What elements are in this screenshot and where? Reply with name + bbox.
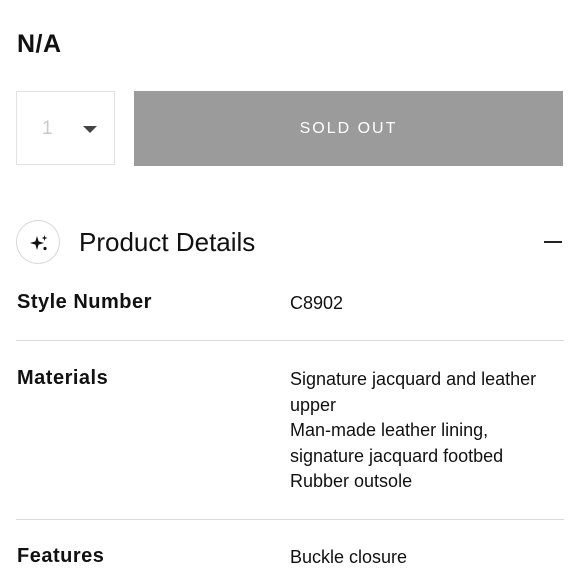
detail-value-line: Buckle closure bbox=[290, 547, 408, 567]
product-price: N/A bbox=[17, 30, 62, 58]
detail-value-line: C8902 bbox=[290, 293, 344, 313]
quantity-value: 1 bbox=[42, 118, 53, 139]
detail-value: Signature jacquard and leather upper Man… bbox=[290, 367, 570, 495]
sold-out-button[interactable]: SOLD OUT bbox=[134, 91, 563, 166]
detail-label: Style Number bbox=[17, 291, 152, 313]
chevron-down-icon bbox=[83, 126, 97, 133]
divider bbox=[16, 519, 564, 520]
sparkle-icon bbox=[16, 220, 60, 264]
detail-value-line: Rubber outsole bbox=[290, 471, 413, 491]
product-details-header[interactable]: Product Details bbox=[16, 217, 564, 267]
detail-value-line: upper bbox=[290, 394, 337, 415]
detail-label: Features bbox=[17, 545, 105, 567]
quantity-select[interactable]: 1 bbox=[16, 91, 115, 165]
detail-value-line: Signature jacquard and leather bbox=[290, 369, 537, 389]
detail-value-line: Man-made leather lining, bbox=[290, 420, 489, 440]
detail-label: Materials bbox=[17, 367, 109, 389]
product-page: N/A 1 SOLD OUT Product Details Style Num… bbox=[0, 0, 580, 580]
divider bbox=[16, 340, 564, 341]
detail-value: C8902 bbox=[290, 291, 570, 317]
detail-value: Buckle closure bbox=[290, 545, 570, 571]
detail-value-line: signature jacquard footbed bbox=[290, 445, 504, 466]
product-details-title: Product Details bbox=[79, 227, 256, 257]
collapse-icon[interactable] bbox=[544, 241, 562, 243]
